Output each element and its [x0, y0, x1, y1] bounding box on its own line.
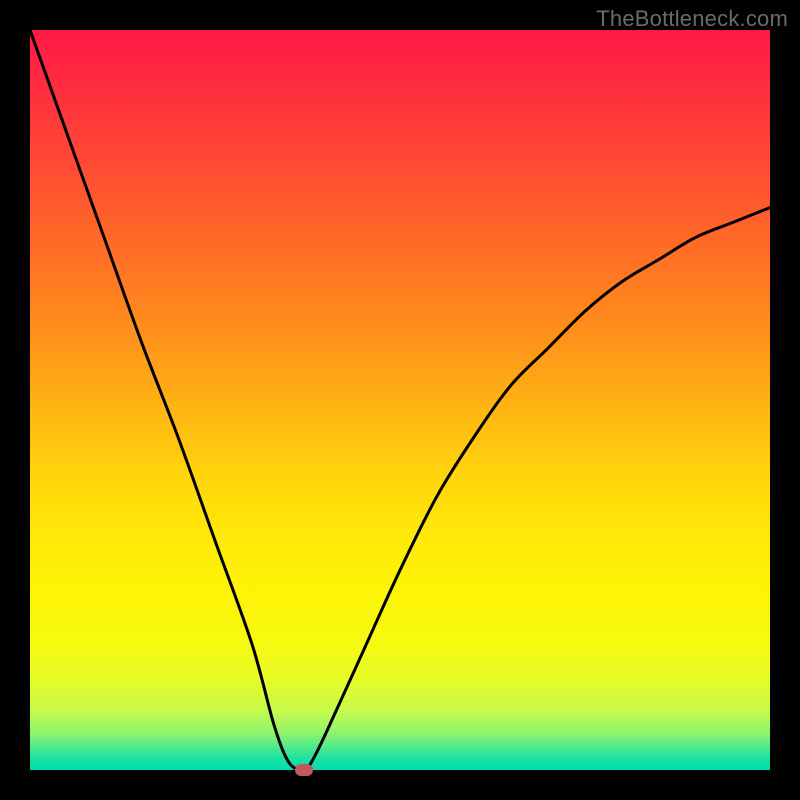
- watermark-text: TheBottleneck.com: [596, 6, 788, 32]
- bottleneck-curve: [30, 30, 770, 770]
- minimum-marker: [295, 764, 313, 776]
- plot-area: [30, 30, 770, 770]
- chart-frame: TheBottleneck.com: [0, 0, 800, 800]
